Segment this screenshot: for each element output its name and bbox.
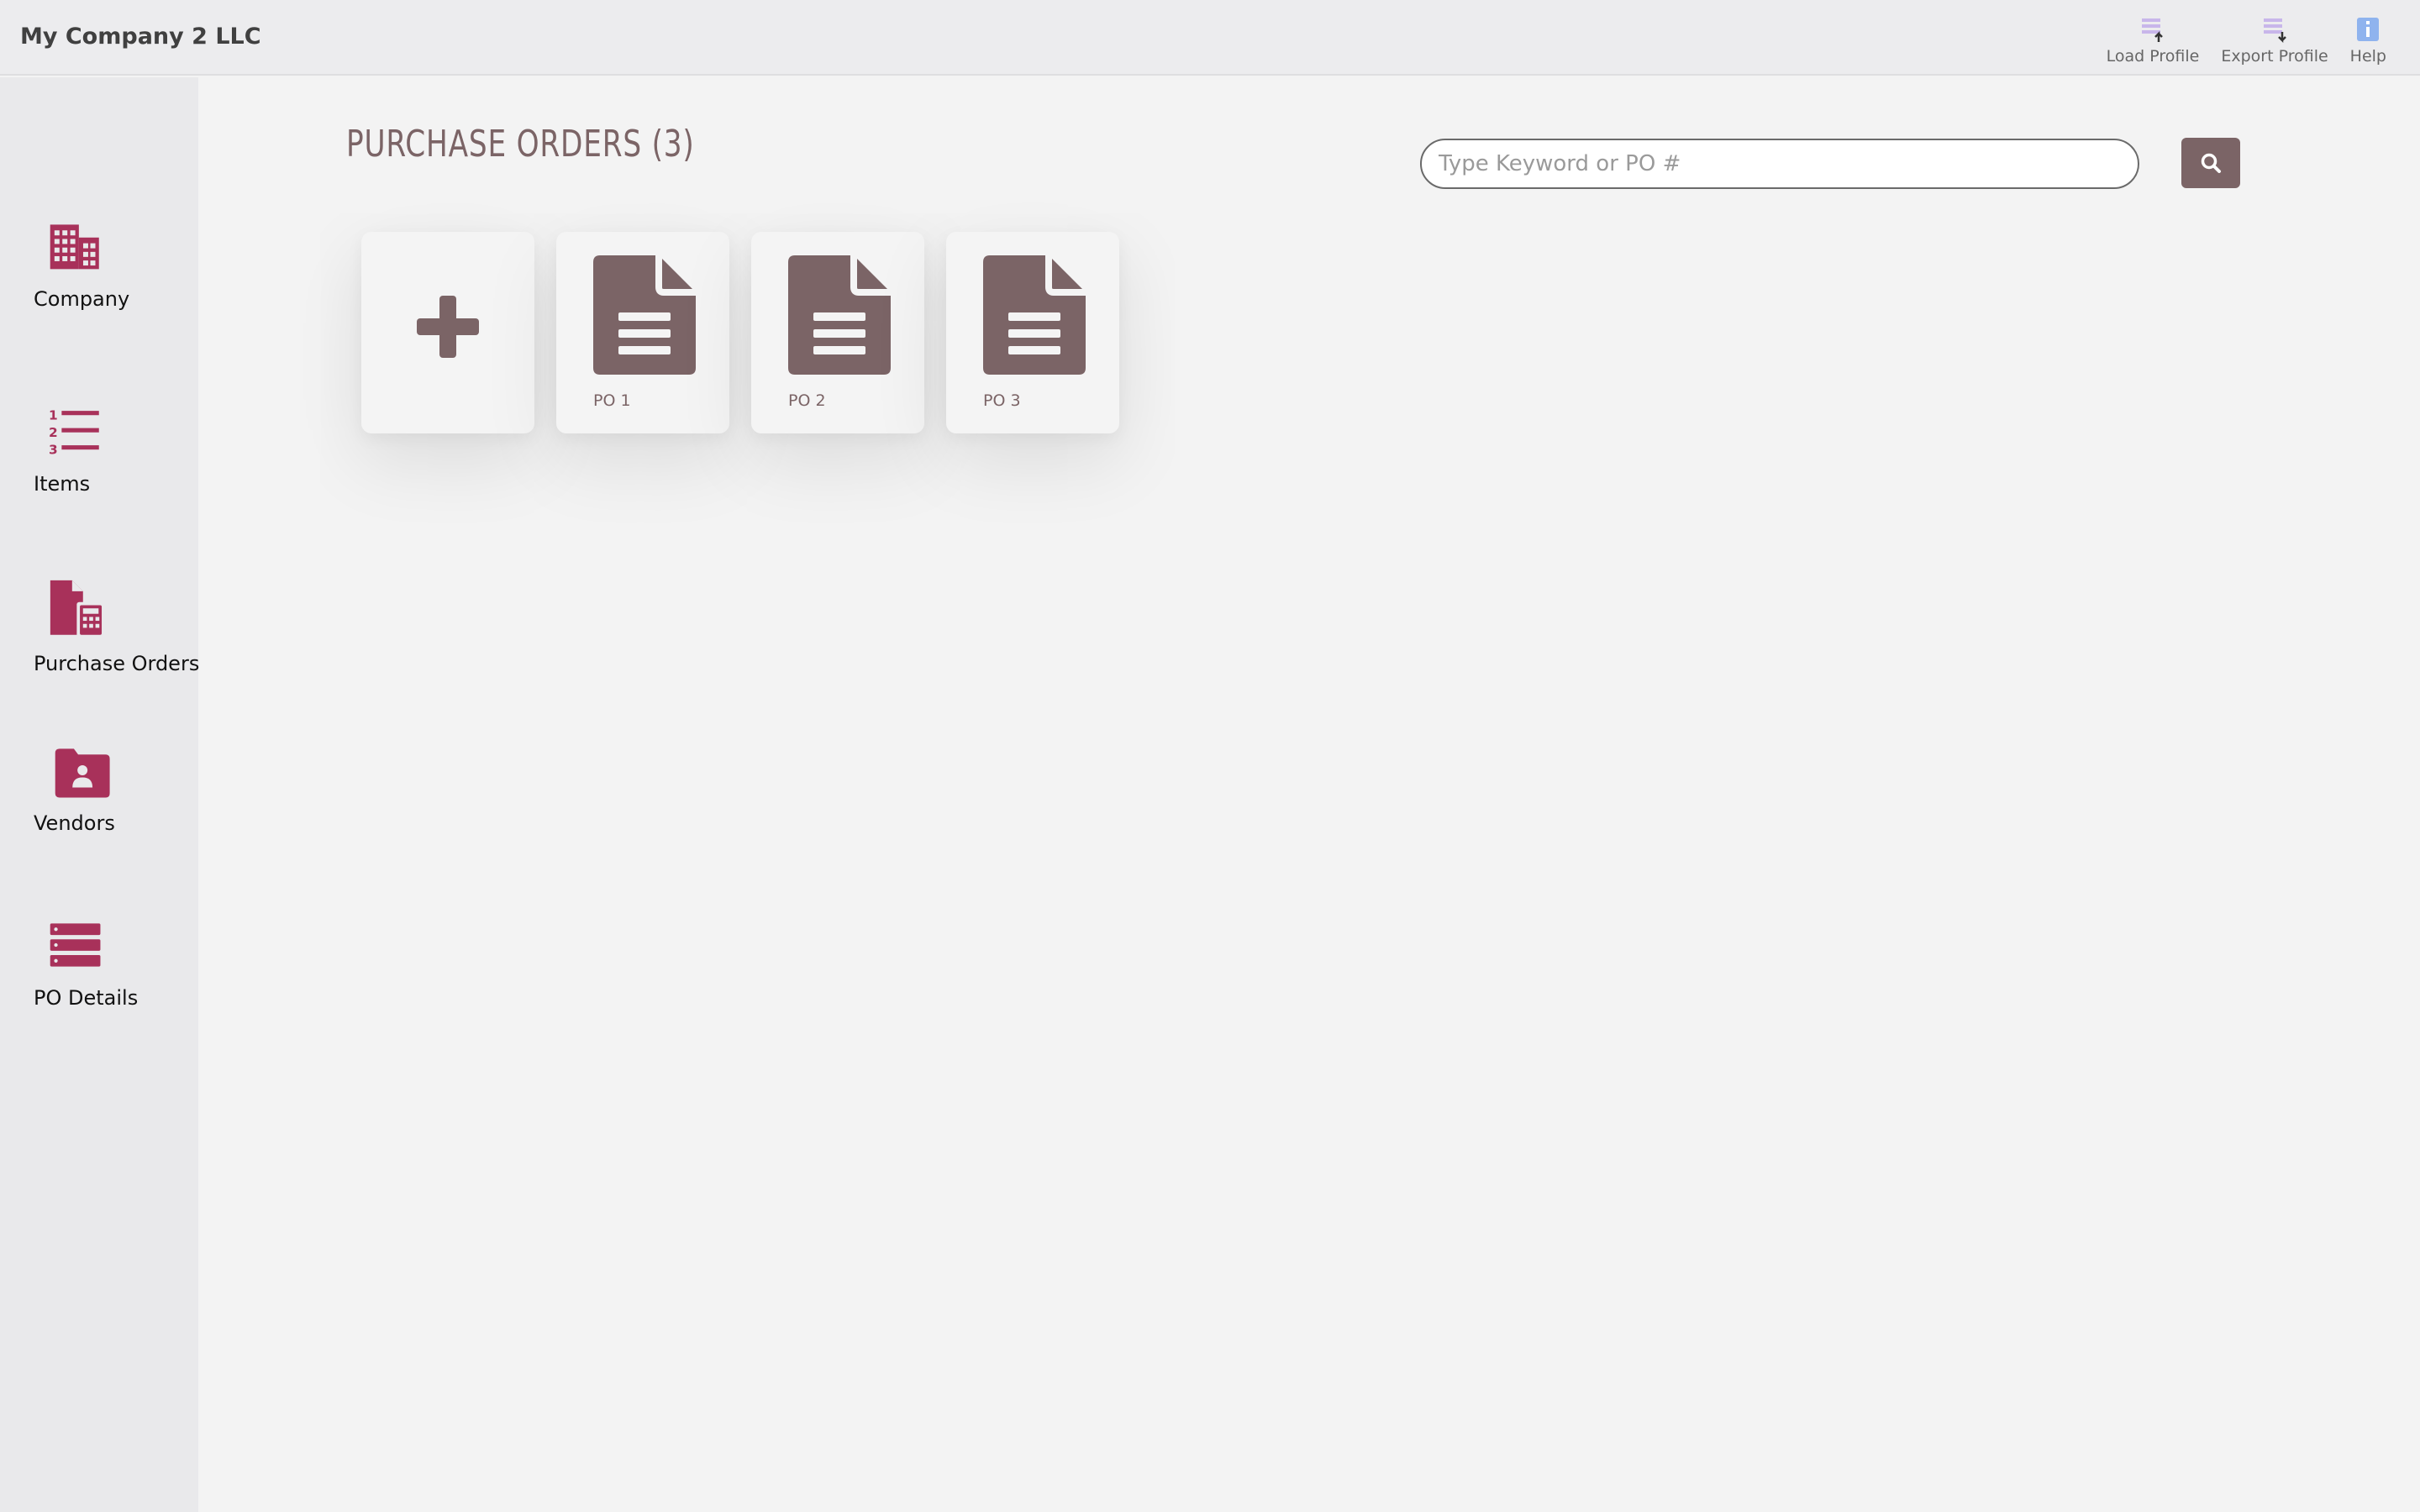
- sidebar-item-items[interactable]: 1 2 3 Items: [34, 407, 108, 496]
- purchase-order-label: PO 3: [983, 391, 1021, 410]
- file-invoice-icon: [50, 580, 105, 638]
- search-icon: [2201, 153, 2221, 173]
- main-content: PURCHASE ORDERS (3) PO 1: [198, 77, 2420, 1512]
- sidebar-item-label: Items: [34, 472, 91, 496]
- export-profile-icon: [2264, 18, 2286, 44]
- sidebar-item-po-details[interactable]: PO Details: [34, 921, 138, 1010]
- folder-user-icon: [55, 748, 110, 798]
- app-title: My Company 2 LLC: [20, 24, 261, 50]
- sidebar-item-label: Company: [34, 287, 130, 311]
- purchase-order-card-3[interactable]: PO 3: [946, 232, 1119, 433]
- help-button[interactable]: Help: [2350, 15, 2386, 66]
- page-title: PURCHASE ORDERS (3): [346, 123, 695, 165]
- purchase-order-card-2[interactable]: PO 2: [751, 232, 924, 433]
- svg-text:3: 3: [49, 442, 58, 457]
- info-icon: [2357, 18, 2380, 41]
- help-label: Help: [2349, 47, 2386, 66]
- load-profile-button[interactable]: Load Profile: [2106, 15, 2200, 66]
- sidebar-item-label: Purchase Orders: [34, 652, 200, 675]
- purchase-order-card-1[interactable]: PO 1: [556, 232, 729, 433]
- sidebar-item-vendors[interactable]: Vendors: [34, 746, 116, 835]
- server-list-icon: [50, 923, 101, 967]
- export-profile-label: Export Profile: [2221, 47, 2328, 66]
- sidebar: Company 1 2 3 Items Purchase Orders Vend…: [0, 77, 199, 1512]
- sidebar-item-purchase-orders[interactable]: Purchase Orders: [34, 576, 199, 675]
- svg-text:1: 1: [49, 407, 58, 423]
- toolbar-actions: Load Profile Export Profile Help: [2107, 15, 2386, 66]
- document-icon: [593, 255, 696, 375]
- search-button[interactable]: [2181, 138, 2240, 188]
- export-profile-button[interactable]: Export Profile: [2221, 15, 2328, 66]
- svg-text:2: 2: [49, 425, 58, 440]
- building-icon: [50, 224, 99, 270]
- load-profile-icon: [2141, 18, 2163, 42]
- document-icon: [788, 255, 891, 375]
- sidebar-item-label: PO Details: [34, 986, 139, 1010]
- add-purchase-order-card[interactable]: [361, 232, 534, 433]
- search-input[interactable]: [1420, 139, 2139, 189]
- sidebar-item-label: Vendors: [34, 811, 115, 835]
- document-icon: [983, 255, 1086, 375]
- purchase-order-label: PO 1: [593, 391, 631, 410]
- numbered-list-icon: 1 2 3: [49, 407, 99, 457]
- load-profile-label: Load Profile: [2106, 47, 2200, 66]
- purchase-order-cards: PO 1 PO 2 PO 3: [361, 232, 1119, 433]
- title-bar: My Company 2 LLC Load Profile Export Pro…: [0, 0, 2420, 76]
- sidebar-item-company[interactable]: Company: [34, 222, 129, 311]
- purchase-order-label: PO 2: [788, 391, 826, 410]
- plus-icon: [417, 296, 479, 358]
